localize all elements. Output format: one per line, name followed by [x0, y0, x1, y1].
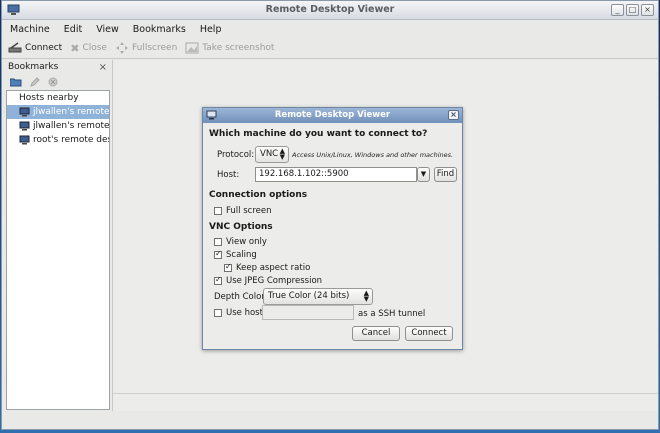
- scaling-check-box[interactable]: [214, 249, 222, 259]
- window-title: Remote Desktop Viewer: [265, 4, 395, 15]
- ssh-host-input[interactable]: [262, 305, 354, 320]
- scaling-checkbox[interactable]: Scaling: [214, 249, 257, 260]
- connect-toolbar-button[interactable]: Connect: [8, 42, 62, 54]
- connect-dialog: Remote Desktop Viewer × Which machine do…: [202, 107, 463, 350]
- host-input[interactable]: 192.168.1.102::5900: [255, 167, 417, 182]
- protocol-value: VNC: [260, 149, 279, 159]
- depth-color-label: Depth Color:: [214, 292, 268, 302]
- toolbar: Connect ✖ Close Fullscreen Take screensh…: [2, 38, 658, 59]
- menu-edit[interactable]: Edit: [62, 23, 84, 36]
- dialog-close-button[interactable]: ×: [448, 110, 459, 120]
- keep-aspect-check-box[interactable]: [224, 262, 232, 272]
- bookmarks-title: Bookmarks: [8, 62, 59, 72]
- close-window-button[interactable]: ×: [641, 4, 654, 16]
- menu-help[interactable]: Help: [198, 23, 224, 36]
- fullscreen-icon: [115, 42, 128, 54]
- view-only-check-box[interactable]: [214, 238, 222, 246]
- bookmarks-tools: [6, 74, 110, 90]
- dialog-body: Which machine do you want to connect to?…: [203, 123, 462, 350]
- chevron-down-icon: ▼: [420, 170, 427, 178]
- host-history-dropdown[interactable]: ▼: [417, 167, 430, 182]
- find-button[interactable]: Find: [434, 167, 457, 182]
- close-icon: ✖: [70, 41, 80, 55]
- view-only-checkbox[interactable]: View only: [214, 237, 267, 247]
- list-item[interactable]: jlwallen's remote...: [7, 105, 109, 119]
- statusbar: [113, 393, 658, 411]
- list-item[interactable]: jlwallen's remote...: [7, 119, 109, 133]
- edit-bookmark-icon[interactable]: [30, 77, 40, 87]
- connect-label: Connect: [25, 43, 63, 53]
- menubar: Machine Edit View Bookmarks Help: [2, 20, 658, 38]
- use-host-checkbox[interactable]: Use host: [214, 308, 263, 318]
- protocol-select[interactable]: VNC ▲ ▼: [255, 146, 289, 163]
- hosts-nearby-group[interactable]: Hosts nearby: [7, 91, 109, 105]
- host-label: Host:: [217, 170, 240, 180]
- ssh-tunnel-label: as a SSH tunnel: [358, 309, 426, 319]
- menu-bookmarks[interactable]: Bookmarks: [131, 23, 188, 36]
- protocol-hint: Access Unix/Linux, Windows and other mac…: [292, 151, 454, 159]
- fullscreen-toolbar-button[interactable]: Fullscreen: [115, 42, 177, 54]
- bookmarks-header: Bookmarks ×: [6, 60, 110, 74]
- connect-button[interactable]: Connect: [405, 326, 453, 341]
- jpeg-checkbox[interactable]: Use JPEG Compression: [214, 275, 322, 286]
- full-screen-check-box[interactable]: [214, 207, 222, 215]
- depth-color-select[interactable]: True Color (24 bits) ▲ ▼: [263, 288, 373, 305]
- maximize-button[interactable]: □: [626, 4, 639, 16]
- open-folder-icon[interactable]: [10, 77, 22, 87]
- computer-icon: [19, 107, 30, 117]
- minimize-button[interactable]: _: [611, 4, 624, 16]
- depth-color-value: True Color (24 bits): [268, 291, 350, 301]
- screenshot-icon: [185, 42, 199, 54]
- window-titlebar[interactable]: Remote Desktop Viewer _ □ ×: [2, 1, 658, 20]
- close-label: Close: [82, 43, 107, 53]
- menu-view[interactable]: View: [94, 23, 121, 36]
- jpeg-check-box[interactable]: [214, 275, 222, 285]
- use-host-check-box[interactable]: [214, 309, 222, 317]
- full-screen-checkbox[interactable]: Full screen: [214, 206, 272, 216]
- cancel-button[interactable]: Cancel: [352, 326, 400, 341]
- updown-arrows-icon: ▲ ▼: [279, 147, 285, 161]
- dialog-titlebar[interactable]: Remote Desktop Viewer ×: [203, 108, 462, 123]
- dialog-title: Remote Desktop Viewer: [274, 110, 391, 120]
- bookmarks-sidebar: Bookmarks × Hosts nearby jlwallen's remo…: [6, 60, 110, 411]
- delete-bookmark-icon[interactable]: [48, 77, 58, 87]
- close-sidebar-icon[interactable]: ×: [99, 62, 107, 73]
- updown-arrows-icon: ▲ ▼: [363, 289, 369, 303]
- close-toolbar-button[interactable]: ✖ Close: [70, 42, 107, 55]
- protocol-label: Protocol:: [217, 150, 255, 160]
- screenshot-label: Take screenshot: [202, 43, 275, 53]
- list-item[interactable]: root's remote des...: [7, 133, 109, 147]
- keep-aspect-checkbox[interactable]: Keep aspect ratio: [224, 262, 310, 273]
- dialog-heading: Which machine do you want to connect to?: [209, 129, 428, 139]
- computer-icon: [19, 135, 30, 145]
- fullscreen-label: Fullscreen: [131, 43, 178, 53]
- menu-machine[interactable]: Machine: [8, 23, 52, 36]
- connect-icon: [8, 42, 22, 53]
- vnc-options-heading: VNC Options: [209, 222, 273, 232]
- screenshot-toolbar-button[interactable]: Take screenshot: [185, 42, 274, 54]
- computer-icon: [19, 121, 30, 131]
- bookmarks-list: Hosts nearby jlwallen's remote... jlwall…: [6, 90, 110, 410]
- connection-options-heading: Connection options: [209, 190, 308, 200]
